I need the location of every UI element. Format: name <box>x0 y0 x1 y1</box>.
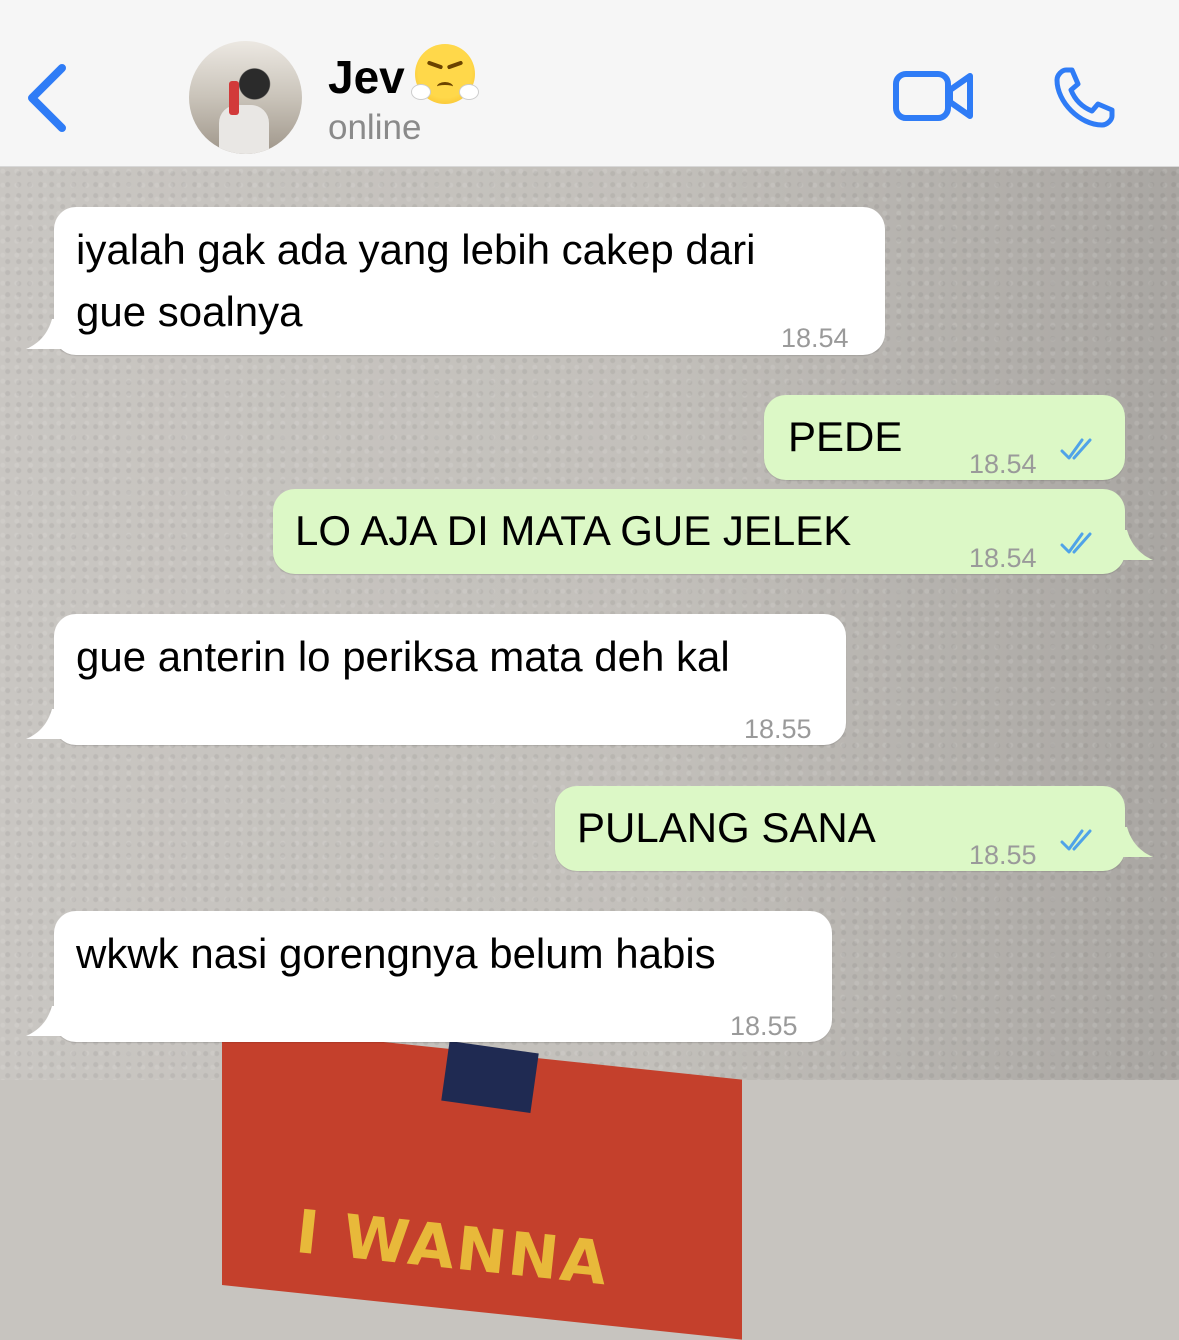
video-camera-icon <box>893 71 973 121</box>
chevron-left-icon <box>28 64 66 132</box>
message-time: 18.55 <box>730 1011 798 1041</box>
message-text: PULANG SANA <box>577 804 876 851</box>
wallpaper-poster-patch <box>441 1041 539 1113</box>
message-bubble-outgoing[interactable]: LO AJA DI MATA GUE JELEK 18.54 <box>273 489 1153 574</box>
message-text: gue soalnya <box>76 288 303 335</box>
double-check-icon <box>1060 829 1092 851</box>
message-bubble-incoming[interactable]: iyalah gak ada yang lebih cakep dari gue… <box>26 207 885 355</box>
message-text: wkwk nasi gorengnya belum habis <box>76 930 716 977</box>
steam-from-nose-emoji-icon <box>411 44 479 104</box>
message-bubble-outgoing[interactable]: PULANG SANA 18.55 <box>555 786 1153 871</box>
chat-header: Jev online <box>0 0 1179 167</box>
message-text: LO AJA DI MATA GUE JELEK <box>295 507 852 554</box>
voice-call-button[interactable] <box>1052 64 1118 130</box>
contact-status: online <box>328 108 422 147</box>
message-time: 18.54 <box>969 543 1037 573</box>
message-time: 18.55 <box>969 840 1037 870</box>
phone-icon <box>1054 67 1115 128</box>
message-bubble-incoming[interactable]: wkwk nasi gorengnya belum habis 18.55 <box>26 911 832 1042</box>
message-time: 18.54 <box>781 323 849 353</box>
message-text: iyalah gak ada yang lebih cakep dari <box>76 226 756 273</box>
message-bubble-outgoing[interactable]: PEDE 18.54 <box>764 395 1125 480</box>
message-time: 18.55 <box>744 714 812 744</box>
video-call-button[interactable] <box>892 66 976 126</box>
back-button[interactable] <box>24 60 74 140</box>
message-bubble-incoming[interactable]: gue anterin lo periksa mata deh kal 18.5… <box>26 614 846 745</box>
contact-avatar[interactable] <box>189 41 302 154</box>
double-check-icon <box>1060 438 1092 460</box>
message-text: PEDE <box>788 413 903 460</box>
message-text: gue anterin lo periksa mata deh kal <box>76 633 730 680</box>
contact-name[interactable]: Jev <box>328 50 405 104</box>
double-check-icon <box>1060 532 1092 554</box>
message-time: 18.54 <box>969 449 1037 479</box>
